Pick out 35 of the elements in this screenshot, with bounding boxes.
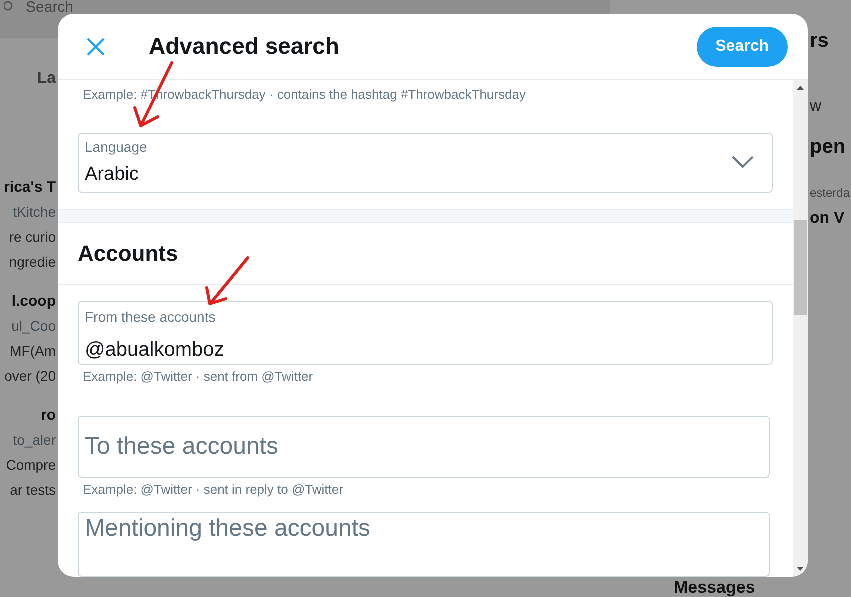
close-icon — [86, 36, 106, 56]
background-text: over (20 — [4, 367, 56, 386]
account-field[interactable]: From these accounts @abualkomboz — [78, 300, 773, 365]
field-value: Arabic — [85, 162, 140, 187]
background-text: esterda — [810, 185, 851, 202]
hint-text: Example: @Twitter · sent from @Twitter — [83, 368, 314, 385]
background-text: ul_Coo — [12, 317, 56, 336]
background-text: Compre — [6, 456, 56, 475]
field-label: Language — [85, 138, 148, 156]
dialog-title: Advanced search — [149, 32, 340, 62]
background-text: tKitche — [13, 203, 56, 222]
chevron-down-icon — [732, 156, 754, 170]
scroll-up-icon — [797, 86, 804, 90]
background-text: MF(Am — [10, 342, 56, 361]
background-text: pen — [810, 135, 847, 160]
section-heading: Accounts — [78, 240, 178, 268]
scroll-down-icon — [797, 567, 804, 571]
background-text: rica's T — [4, 178, 56, 198]
background-text: ar tests — [10, 481, 56, 500]
background-text: re curio — [9, 228, 56, 247]
account-field[interactable]: To these accounts — [78, 416, 770, 478]
background-text: ngredie — [9, 253, 56, 272]
field-label: From these accounts — [85, 308, 217, 326]
background-text: l.coop — [12, 292, 56, 312]
background-text: rs — [810, 29, 830, 54]
background-text: to_aler — [13, 431, 56, 450]
background-text: on V — [810, 209, 846, 229]
field-value: @abualkomboz — [85, 338, 226, 363]
account-field[interactable]: Mentioning these accounts — [78, 512, 770, 577]
background-text: Messages — [674, 578, 756, 597]
background-text: La — [37, 69, 56, 89]
hint-text: Example: @Twitter · sent in reply to @Twitter — [83, 482, 344, 498]
language-select[interactable]: Language Arabic — [78, 133, 773, 193]
background-text: w — [810, 97, 823, 117]
background-text: ro — [41, 406, 56, 426]
